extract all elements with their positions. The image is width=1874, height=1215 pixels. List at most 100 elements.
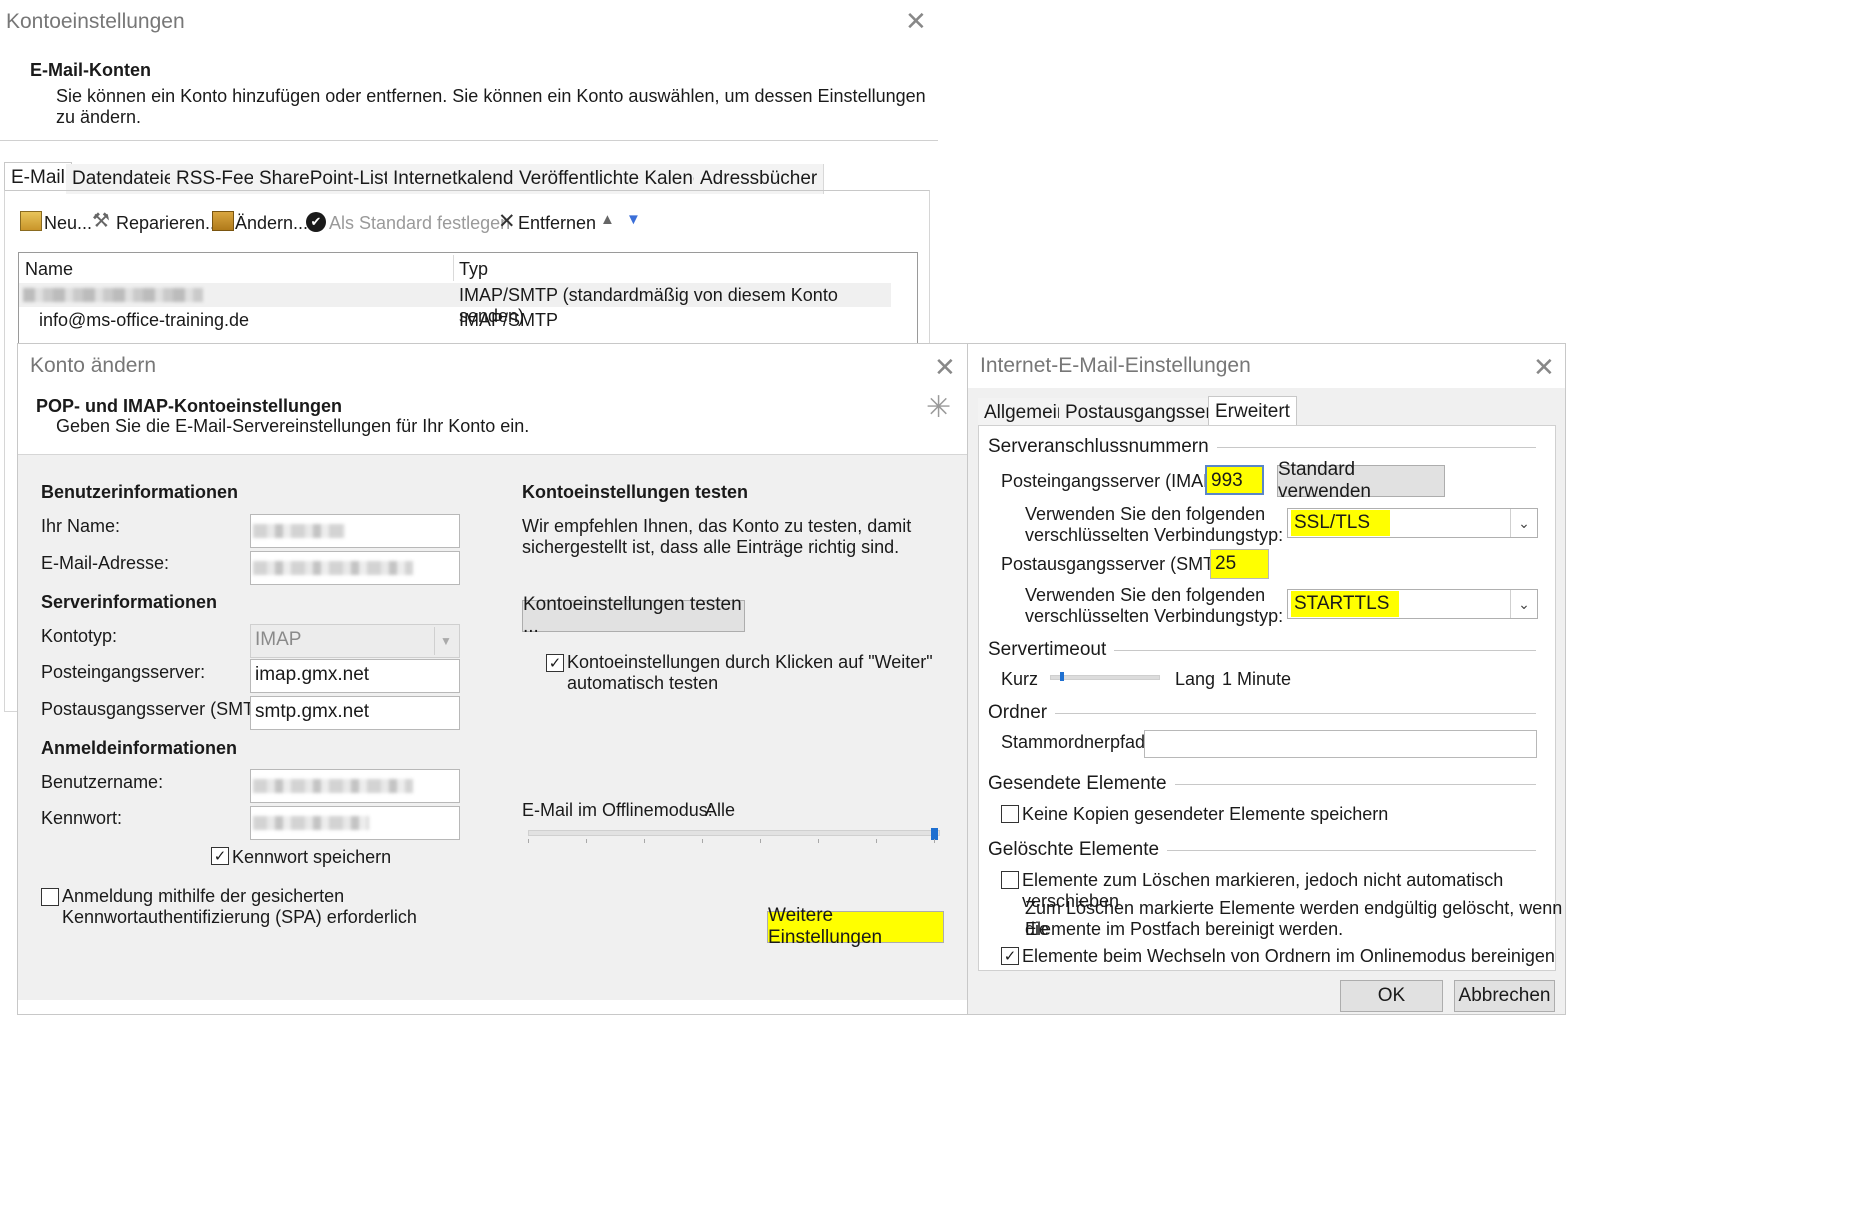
toolbar: Neu... ⚒ Reparieren... Ändern... ✔ Als S…: [18, 210, 678, 236]
smtp-encryption-value: STARTTLS: [1291, 591, 1400, 617]
chevron-down-icon: ⌄: [1510, 590, 1537, 618]
auto-test-checkbox[interactable]: ✓: [546, 654, 564, 672]
remember-password-checkbox[interactable]: ✓: [211, 847, 229, 865]
redacted-value: [253, 524, 345, 538]
root-folder-label: Stammordnerpfad:: [1001, 732, 1151, 752]
column-header-type[interactable]: Typ: [459, 259, 488, 280]
new-button[interactable]: Neu...: [44, 213, 92, 234]
repair-icon: ⚒: [92, 210, 110, 232]
incoming-server-label: Posteingangsserver:: [41, 662, 206, 682]
close-icon[interactable]: ✕: [1533, 354, 1555, 380]
auto-test-label-line2: automatisch testen: [567, 673, 719, 693]
mark-delete-checkbox[interactable]: [1001, 871, 1019, 889]
imap-encryption-label-line2: verschlüsselten Verbindungstyp:: [1025, 525, 1284, 545]
move-down-icon[interactable]: ▼: [626, 211, 641, 228]
account-name: info@ms-office-training.de: [39, 310, 250, 330]
outgoing-server-field[interactable]: smtp.gmx.net: [250, 696, 460, 730]
email-label: E-Mail-Adresse:: [41, 553, 170, 573]
close-icon[interactable]: ✕: [905, 8, 927, 34]
table-row[interactable]: info@ms-office-training.de IMAP/SMTP: [19, 309, 891, 333]
window-title: Internet-E-Mail-Einstellungen: [980, 354, 1251, 377]
username-field[interactable]: [250, 769, 460, 803]
group-title: Servertimeout: [988, 639, 1107, 660]
test-settings-button[interactable]: Kontoeinstellungen testen ...: [522, 594, 745, 637]
sent-items-group: Gesendete Elemente: [988, 773, 1536, 795]
account-type-label: Kontotyp:: [41, 626, 118, 646]
root-folder-field[interactable]: [1144, 730, 1537, 758]
slider-track: [1050, 675, 1160, 680]
chevron-down-icon: ▼: [434, 627, 457, 655]
ok-button[interactable]: OK: [1340, 980, 1443, 1012]
test-description-line2: sichergestellt ist, dass alle Einträge r…: [522, 537, 900, 557]
smtp-port-field[interactable]: 25: [1210, 549, 1269, 579]
redacted-value: [253, 816, 369, 830]
timeout-short-label: Kurz: [1001, 669, 1039, 689]
spa-label-line2: Kennwortauthentifizierung (SPA) erforder…: [62, 907, 417, 927]
dialog-subheading: Geben Sie die E-Mail-Servereinstellungen…: [56, 416, 530, 436]
slider-track: [528, 830, 940, 836]
login-info-heading: Anmeldeinformationen: [41, 738, 238, 758]
remove-button[interactable]: Entfernen: [518, 213, 596, 234]
group-title: Gesendete Elemente: [988, 773, 1167, 794]
timeout-slider[interactable]: [1050, 671, 1160, 685]
change-account-window: Konto ändern ✕ POP- und IMAP-Kontoeinste…: [17, 343, 968, 1015]
imap-encryption-select[interactable]: SSL/TLS ⌄: [1287, 508, 1538, 538]
close-icon[interactable]: ✕: [934, 354, 956, 380]
your-name-label: Ihr Name:: [41, 516, 121, 536]
offline-mode-label: E-Mail im Offlinemodus:: [522, 800, 713, 820]
internet-email-settings-window: Internet-E-Mail-Einstellungen ✕ Allgemei…: [967, 343, 1566, 1015]
tab-email[interactable]: E-Mail: [4, 162, 72, 193]
slider-ticks: [528, 839, 938, 843]
offline-slider[interactable]: [528, 828, 940, 848]
group-title: Serveranschlussnummern: [988, 436, 1209, 457]
window-title: Kontoeinstellungen: [6, 10, 185, 33]
cancel-button[interactable]: Abbrechen: [1454, 980, 1555, 1012]
password-field[interactable]: [250, 806, 460, 840]
slider-thumb[interactable]: [1060, 672, 1064, 681]
purge-label: Elemente beim Wechseln von Ordnern im On…: [1022, 946, 1555, 966]
no-copies-checkbox[interactable]: [1001, 805, 1019, 823]
test-description: Wir empfehlen Ihnen, das Konto zu testen…: [522, 516, 912, 536]
imap-port-field[interactable]: 993: [1205, 465, 1264, 495]
group-title: Gelöschte Elemente: [988, 839, 1160, 860]
page-description: Sie können ein Konto hinzufügen oder ent…: [56, 86, 926, 127]
account-type-select: IMAP ▼: [250, 624, 460, 658]
group-title: Ordner: [988, 702, 1048, 723]
imap-encryption-value: SSL/TLS: [1291, 510, 1391, 536]
column-header-name[interactable]: Name: [25, 259, 73, 280]
checkmark-icon: ✔: [306, 212, 326, 232]
spa-checkbox[interactable]: [41, 888, 59, 906]
change-icon: [212, 211, 234, 231]
set-default-button[interactable]: Als Standard festlegen: [329, 213, 510, 234]
username-label: Benutzername:: [41, 772, 164, 792]
use-default-button[interactable]: Standard verwenden: [1277, 459, 1445, 502]
incoming-server-field[interactable]: imap.gmx.net: [250, 659, 460, 693]
deleted-items-group: Gelöschte Elemente: [988, 839, 1536, 861]
table-row[interactable]: IMAP/SMTP (standardmäßig von diesem Kont…: [19, 283, 891, 326]
server-timeout-group: Servertimeout: [988, 639, 1536, 661]
column-divider: [453, 255, 454, 281]
more-settings-button[interactable]: Weitere Einstellungen: [767, 905, 944, 948]
dialog-heading: POP- und IMAP-Kontoeinstellungen: [36, 396, 342, 416]
test-heading: Kontoeinstellungen testen: [522, 482, 749, 502]
imap-port-label: Posteingangsserver (IMAP):: [1001, 471, 1227, 491]
smtp-encryption-label-line2: verschlüsselten Verbindungstyp:: [1025, 606, 1284, 626]
remember-password-label: Kennwort speichern: [232, 847, 392, 867]
purge-checkbox[interactable]: ✓: [1001, 947, 1019, 965]
chevron-down-icon: ⌄: [1510, 509, 1537, 537]
auto-test-label: Kontoeinstellungen durch Klicken auf "We…: [567, 652, 933, 672]
user-info-heading: Benutzerinformationen: [41, 482, 239, 502]
repair-button[interactable]: Reparieren...: [116, 213, 220, 234]
mark-delete-note-line2: Elemente im Postfach bereinigt werden.: [1025, 919, 1344, 939]
timeout-value: 1 Minute: [1222, 669, 1292, 689]
smtp-encryption-select[interactable]: STARTTLS ⌄: [1287, 589, 1538, 619]
email-field[interactable]: [250, 551, 460, 585]
change-button[interactable]: Ändern...: [235, 213, 308, 234]
redacted-value: [253, 779, 413, 793]
tab-advanced[interactable]: Erweitert: [1208, 396, 1297, 427]
your-name-field[interactable]: [250, 514, 460, 548]
loading-cursor-icon: ✳: [926, 391, 952, 424]
no-copies-label: Keine Kopien gesendeter Elemente speiche…: [1022, 804, 1389, 824]
move-up-icon[interactable]: ▲: [600, 211, 615, 228]
account-type: IMAP/SMTP: [459, 310, 559, 330]
